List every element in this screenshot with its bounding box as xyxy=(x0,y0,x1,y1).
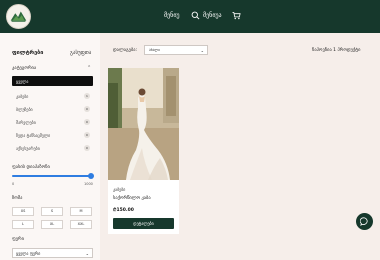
color-select[interactable]: ყველა ფერი ⌄ xyxy=(12,248,93,258)
size-option-s[interactable]: S xyxy=(41,207,63,216)
category-count-badge: 0 xyxy=(84,145,90,151)
size-option-l[interactable]: L xyxy=(12,220,34,229)
category-count-badge: 0 xyxy=(84,106,90,112)
sort-label: დალაგება: xyxy=(113,48,138,53)
details-button[interactable]: დეტალები xyxy=(113,218,174,229)
price-slider-handle[interactable] xyxy=(88,173,94,179)
price-slider-fill xyxy=(12,175,91,177)
sort-select-value: ახალი xyxy=(149,48,160,52)
product-category: კაბები xyxy=(113,187,126,192)
category-label: შარვლები xyxy=(16,120,36,125)
chat-icon xyxy=(360,217,368,226)
nav-menu-link[interactable]: მენიუ xyxy=(164,12,180,19)
price-min-label: 0 xyxy=(12,182,15,186)
result-count: ნაპოვნია 1 პროდუქტი xyxy=(312,48,361,53)
price-slider[interactable] xyxy=(12,173,94,179)
chat-button[interactable] xyxy=(356,213,373,230)
cart-icon[interactable] xyxy=(232,11,241,20)
category-label: ყველა xyxy=(16,79,29,84)
category-count-badge: 0 xyxy=(84,132,90,138)
product-image[interactable] xyxy=(108,68,179,180)
product-card[interactable]: კაბები საქორწილო კაბა ₾150.00 დეტალები xyxy=(108,68,179,234)
category-label: აქსესუარები xyxy=(16,146,40,151)
category-label: ბლუზები xyxy=(16,107,33,112)
size-option-m[interactable]: M xyxy=(70,207,92,216)
category-item-pants[interactable]: შარვლები 0 xyxy=(12,117,93,127)
category-label: ზედა ტანსაცმელი xyxy=(16,133,51,138)
category-item-blouses[interactable]: ბლუზები 0 xyxy=(12,104,93,114)
size-option-xxl[interactable]: XXL xyxy=(70,220,92,229)
chevron-down-icon: ⌄ xyxy=(200,48,204,53)
price-range-heading: ფასის დიაპაზონი xyxy=(12,165,50,170)
category-item-accessories[interactable]: აქსესუარები 0 xyxy=(12,143,93,153)
size-option-xs[interactable]: XS xyxy=(12,207,34,216)
category-item-all[interactable]: ყველა xyxy=(12,76,93,86)
shop-logo[interactable] xyxy=(6,4,31,29)
nav-search-link[interactable]: მენიუა xyxy=(203,12,222,19)
product-price: ₾150.00 xyxy=(113,208,134,213)
clear-filters-button[interactable]: გასუფთა xyxy=(70,50,91,56)
color-select-value: ყველა ფერი xyxy=(16,251,41,256)
size-heading: ზომა xyxy=(12,196,23,201)
top-navbar: მენიუ მენიუა xyxy=(0,0,380,33)
chevron-down-icon: ⌄ xyxy=(85,251,89,256)
filters-sidebar: ფილტრები გასუფთა კატეგორია ⌃ ყველა კაბებ… xyxy=(0,33,100,260)
category-count-badge: 0 xyxy=(84,119,90,125)
price-max-label: 1000 xyxy=(84,182,93,186)
filters-title: ფილტრები xyxy=(12,50,44,56)
category-item-outerwear[interactable]: ზედა ტანსაცმელი 0 xyxy=(12,130,93,140)
category-count-badge: 1 xyxy=(84,93,90,99)
search-icon[interactable] xyxy=(191,11,200,20)
size-option-xl[interactable]: XL xyxy=(41,220,63,229)
category-heading: კატეგორია xyxy=(12,66,37,71)
category-label: კაბები xyxy=(16,94,29,99)
category-item-dresses[interactable]: კაბები 1 xyxy=(12,91,93,101)
product-name[interactable]: საქორწილო კაბა xyxy=(113,196,151,201)
sort-select[interactable]: ახალი ⌄ xyxy=(144,45,208,55)
chevron-up-icon[interactable]: ⌃ xyxy=(87,65,91,71)
color-heading: ფერი xyxy=(12,237,24,242)
